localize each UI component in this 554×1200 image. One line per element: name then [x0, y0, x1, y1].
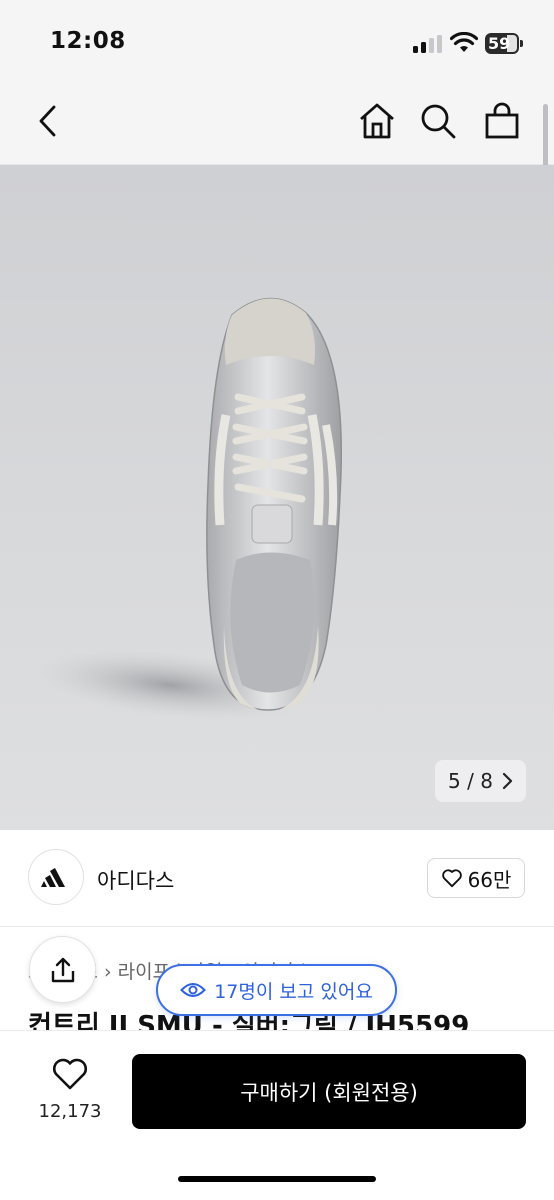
brand-like-count: 66만	[467, 867, 512, 892]
home-icon	[360, 103, 394, 139]
brand-name[interactable]: 아디다스	[97, 865, 174, 895]
wishlist-count: 12,173	[38, 1101, 102, 1122]
bottom-action-bar: 12,173 구매하기 (회원전용)	[0, 1030, 554, 1200]
product-shoe-image	[35, 297, 343, 720]
top-nav-bar	[0, 88, 554, 165]
wifi-icon	[450, 32, 478, 52]
search-icon	[421, 104, 456, 139]
status-bar: 12:08 59	[0, 0, 554, 88]
adidas-logo-icon	[41, 868, 65, 887]
cart-button[interactable]	[479, 98, 525, 144]
home-indicator[interactable]	[178, 1176, 376, 1182]
shopping-bag-icon	[485, 102, 519, 139]
status-time: 12:08	[50, 28, 126, 54]
gallery-pager[interactable]: 5 / 8	[435, 760, 526, 802]
search-button[interactable]	[415, 98, 461, 144]
wishlist-button[interactable]: 12,173	[28, 1057, 112, 1127]
product-image-gallery[interactable]: 5 / 8	[0, 165, 554, 830]
pager-text: 5 / 8	[448, 769, 493, 793]
viewing-count-pill: 17명이 보고 있어요	[156, 964, 397, 1016]
battery-level: 59	[488, 34, 511, 53]
brand-like-button[interactable]: 66만	[427, 858, 525, 898]
home-button[interactable]	[354, 98, 400, 144]
buy-button[interactable]: 구매하기 (회원전용)	[132, 1054, 526, 1129]
eye-icon	[180, 983, 207, 997]
back-button[interactable]	[25, 98, 71, 144]
scroll-indicator[interactable]	[543, 104, 548, 170]
viewing-text: 17명이 보고 있어요	[214, 980, 373, 1003]
heart-outline-icon	[53, 1058, 87, 1090]
brand-row: 아디다스 66만	[0, 830, 554, 927]
cellular-signal-icon	[413, 35, 443, 53]
chevron-right-icon	[502, 772, 513, 790]
share-icon	[51, 957, 74, 982]
chevron-left-icon	[39, 105, 56, 137]
heart-outline-icon	[441, 869, 462, 888]
battery-icon: 59	[485, 33, 523, 54]
share-button[interactable]	[29, 936, 96, 1003]
brand-logo[interactable]	[28, 849, 84, 905]
